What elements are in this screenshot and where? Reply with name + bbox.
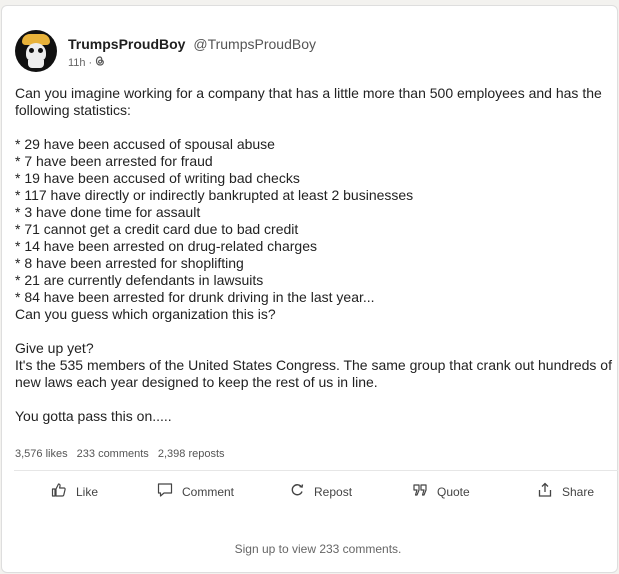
avatar[interactable] [15, 30, 57, 72]
time-separator: · [88, 56, 93, 69]
quote-button[interactable]: Quote [412, 482, 470, 501]
post-stats: 3,576 likes 233 comments 2,398 reposts [15, 448, 231, 460]
action-bar: Like Comment Repost Quote Share [2, 482, 619, 506]
threads-icon [95, 56, 105, 69]
quote-label: Quote [437, 484, 470, 499]
divider [14, 470, 618, 471]
post-line: * 7 have been arrested for fraud [15, 153, 213, 169]
share-button[interactable]: Share [537, 482, 594, 501]
post-line: Can you imagine working for a company th… [15, 85, 602, 118]
post-line: It's the 535 members of the United State… [15, 357, 612, 390]
repost-icon [289, 482, 314, 501]
post-card: TrumpsProudBoy @TrumpsProudBoy 11h · Can… [1, 5, 618, 573]
post-line: * 19 have been accused of writing bad ch… [15, 170, 300, 186]
post-body: Can you imagine working for a company th… [15, 85, 615, 425]
author-meta: TrumpsProudBoy @TrumpsProudBoy 11h · [68, 30, 316, 69]
post-time[interactable]: 11h [68, 57, 86, 69]
post-line: * 3 have done time for assault [15, 204, 201, 220]
comment-icon [157, 482, 182, 501]
post-line: * 117 have directly or indirectly bankru… [15, 187, 414, 203]
share-label: Share [562, 484, 595, 499]
post-line: * 84 have been arrested for drunk drivin… [15, 289, 375, 305]
post-line: * 14 have been arrested on drug-related … [15, 238, 317, 254]
quote-icon [412, 482, 437, 501]
repost-label: Repost [314, 484, 353, 499]
reposts-count[interactable]: 2,398 reposts [158, 448, 225, 460]
post-line: You gotta pass this on..... [15, 408, 172, 424]
repost-button[interactable]: Repost [289, 482, 352, 501]
signup-link[interactable]: Sign up to view 233 comments. [235, 542, 402, 556]
signup-prompt: Sign up to view 233 comments. [2, 542, 619, 556]
author-display-name[interactable]: TrumpsProudBoy [68, 36, 185, 52]
thumbs-up-icon [51, 482, 76, 501]
post-line: Give up yet? [15, 340, 94, 356]
comment-label: Comment [182, 484, 235, 499]
post-header: TrumpsProudBoy @TrumpsProudBoy 11h · [15, 30, 316, 72]
post-line: * 29 have been accused of spousal abuse [15, 136, 275, 152]
post-line: * 8 have been arrested for shoplifting [15, 255, 244, 271]
comments-count[interactable]: 233 comments [77, 448, 149, 460]
comment-button[interactable]: Comment [157, 482, 234, 501]
likes-count[interactable]: 3,576 likes [15, 448, 68, 460]
author-handle[interactable]: @TrumpsProudBoy [193, 36, 316, 52]
like-label: Like [76, 484, 99, 499]
post-line: * 21 are currently defendants in lawsuit… [15, 272, 264, 288]
post-line: Can you guess which organization this is… [15, 306, 276, 322]
post-line: * 71 cannot get a credit card due to bad… [15, 221, 299, 237]
like-button[interactable]: Like [51, 482, 98, 501]
share-icon [537, 482, 562, 501]
